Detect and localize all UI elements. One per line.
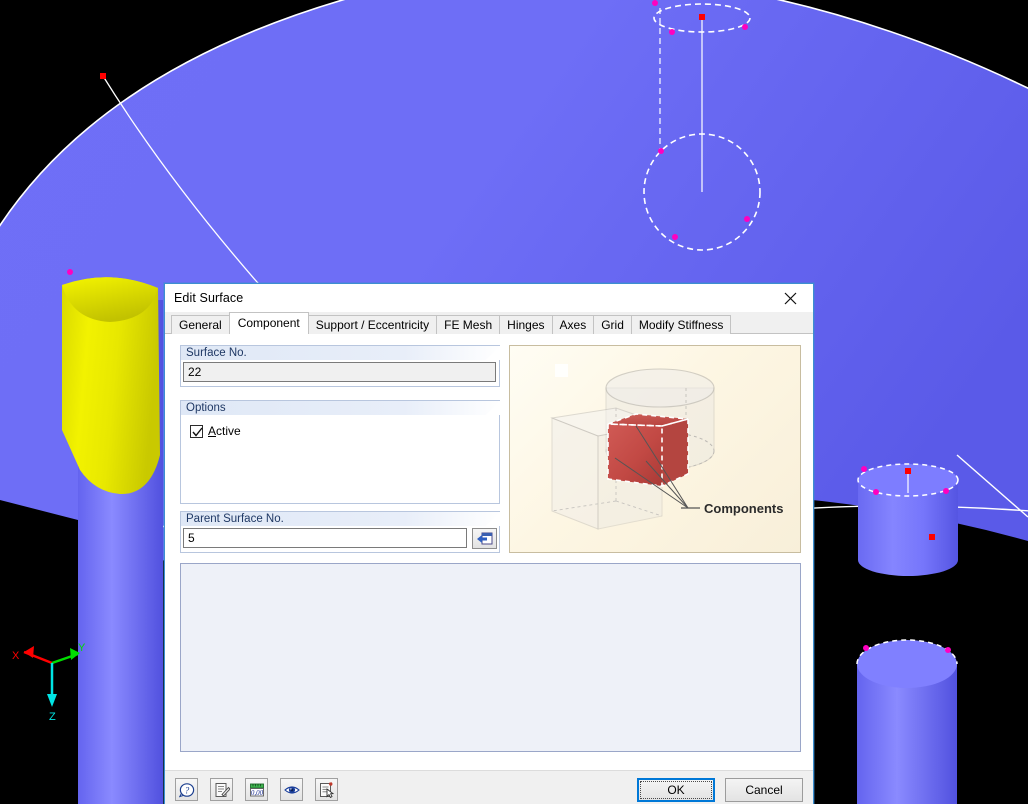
tab-modify-stiffness[interactable]: Modify Stiffness [631, 315, 731, 334]
active-checkbox-label: Active [208, 424, 241, 438]
parent-surface-no-input[interactable] [183, 528, 467, 548]
close-icon[interactable] [768, 284, 813, 312]
cylinder-right-upper [858, 464, 958, 576]
select-object-icon[interactable] [472, 528, 497, 549]
tab-support-eccentricity[interactable]: Support / Eccentricity [308, 315, 437, 334]
units-icon[interactable]: 0,00 [245, 778, 268, 801]
help-icon[interactable]: ? [175, 778, 198, 801]
group-options-legend: Options [180, 400, 500, 415]
dialog-title: Edit Surface [174, 291, 243, 305]
dialog-page-component: Surface No. Options Active [165, 334, 813, 770]
group-surface-no-legend: Surface No. [180, 345, 500, 360]
group-parent-surface-no-legend: Parent Surface No. [180, 511, 500, 526]
axis-label-x: X [12, 650, 20, 662]
screen: X Y Z Edit Surface General Component Sup… [0, 0, 1028, 804]
svg-text:0,00: 0,00 [250, 788, 263, 796]
detail-settings-icon[interactable] [315, 778, 338, 801]
cancel-button[interactable]: Cancel [725, 778, 803, 802]
dialog-tabstrip: General Component Support / Eccentricity… [165, 312, 813, 334]
dialog-titlebar[interactable]: Edit Surface [165, 284, 813, 312]
cancel-button-label: Cancel [745, 783, 782, 797]
surface-no-input[interactable] [183, 362, 496, 382]
ok-button-label: OK [667, 783, 684, 797]
ok-button[interactable]: OK [637, 778, 715, 802]
tab-axes[interactable]: Axes [552, 315, 595, 334]
illustration-caption: Components [704, 501, 783, 516]
group-parent-surface-no: Parent Surface No. [180, 511, 500, 553]
tab-grid[interactable]: Grid [593, 315, 632, 334]
details-panel[interactable] [180, 563, 801, 752]
axis-label-y: Y [78, 642, 86, 654]
active-checkbox-row[interactable]: Active [190, 424, 241, 438]
component-illustration: Components [509, 345, 801, 553]
axis-label-z: Z [49, 711, 56, 723]
tab-fe-mesh[interactable]: FE Mesh [436, 315, 500, 334]
svg-text:?: ? [184, 785, 189, 795]
cylinder-right-lower [857, 640, 957, 804]
view-eye-icon[interactable] [280, 778, 303, 801]
tab-general[interactable]: General [171, 315, 230, 334]
active-rest: ctive [216, 424, 241, 438]
group-options: Options Active [180, 400, 500, 504]
tab-component[interactable]: Component [229, 312, 309, 334]
highlighted-surface-yellow [62, 269, 160, 494]
active-accel: A [208, 424, 216, 438]
edit-surface-dialog: Edit Surface General Component Support /… [164, 283, 814, 804]
dialog-bottom-bar: ? 0,0 [165, 770, 813, 804]
active-checkbox[interactable] [190, 425, 203, 438]
edit-note-icon[interactable] [210, 778, 233, 801]
group-surface-no: Surface No. [180, 345, 500, 387]
tab-hinges[interactable]: Hinges [499, 315, 552, 334]
